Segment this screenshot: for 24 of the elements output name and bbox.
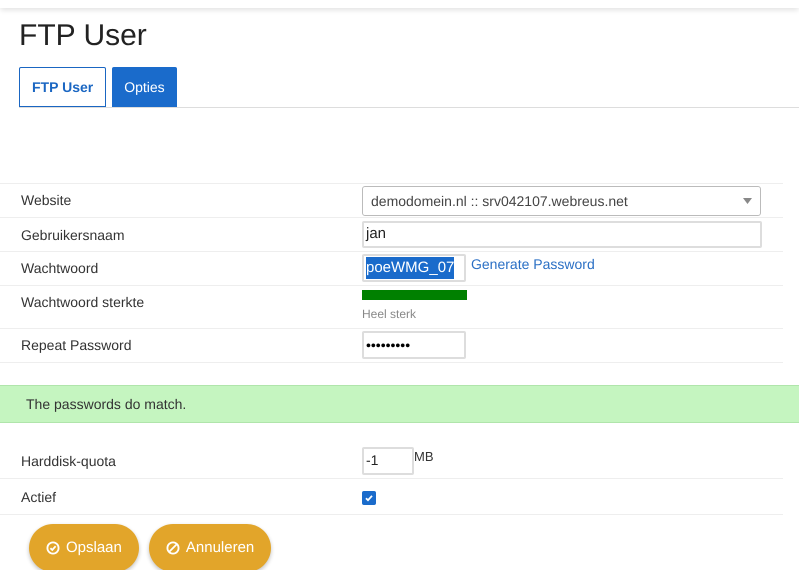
field-label: Website: [20, 191, 72, 210]
password-field[interactable]: poeWMG_07: [362, 254, 466, 282]
check-circle-icon: [46, 541, 60, 555]
field-label: Wachtwoord: [20, 259, 100, 278]
repeat-password-field[interactable]: •••••••••: [362, 331, 466, 359]
username-field[interactable]: jan: [362, 221, 762, 248]
caret-icon: [743, 198, 752, 204]
strength-text: Heel sterk: [362, 306, 418, 323]
tab[interactable]: Opties: [112, 67, 177, 107]
tab[interactable]: FTP User: [19, 67, 106, 107]
website-select[interactable]: demodomein.nl :: srv042107.webreus.net: [362, 186, 761, 216]
unit-label: MB: [414, 448, 434, 466]
field-label: Repeat Password: [20, 336, 133, 355]
success-alert: The passwords do match.: [0, 385, 799, 423]
field-label: Wachtwoord sterkte: [20, 293, 146, 312]
field-label: Gebruikersnaam: [20, 226, 126, 245]
field-label: Actief: [20, 488, 58, 507]
field-label: Harddisk-quota: [20, 452, 117, 471]
active-checkbox[interactable]: [362, 491, 376, 505]
quota-field[interactable]: -1: [362, 447, 414, 475]
page-title: FTP User: [19, 18, 148, 54]
ban-icon: [166, 541, 180, 555]
check-icon: [364, 493, 374, 503]
generate-password-link[interactable]: Generate Password: [471, 254, 595, 275]
